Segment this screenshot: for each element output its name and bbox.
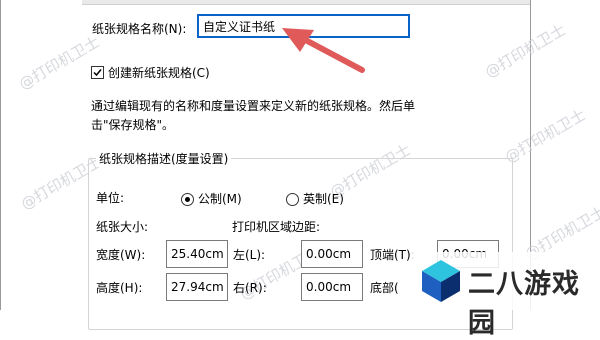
imperial-radio[interactable]: [286, 193, 299, 206]
groupbox-title: 纸张规格描述(度量设置): [96, 150, 232, 167]
watermark: @打印机卫士: [15, 32, 103, 94]
metric-radio-label[interactable]: 公制(M): [198, 190, 242, 207]
width-label: 宽度(W):: [96, 248, 146, 262]
right-margin-input[interactable]: [301, 273, 363, 301]
arrow-shaft: [295, 33, 365, 73]
watermark: @打印机卫士: [481, 20, 569, 82]
width-input[interactable]: [166, 240, 228, 268]
height-label: 高度(H):: [96, 281, 143, 295]
description-line-1: 通过编辑现有的名称和度量设置来定义新的纸张规格。然后单: [91, 99, 416, 113]
red-arrow-annotation: [282, 28, 365, 73]
dialog-top-strip: [82, 0, 530, 5]
imperial-radio-label[interactable]: 英制(E): [303, 190, 344, 207]
top-margin-label: 顶端(T):: [370, 248, 415, 262]
left-margin-label: 左(L):: [233, 248, 266, 262]
paper-name-label: 纸张规格名称(N):: [92, 22, 187, 36]
height-input[interactable]: [166, 273, 228, 301]
bottom-margin-label: 底部(: [370, 281, 399, 295]
watermark: @打印机卫士: [501, 105, 589, 167]
left-margin-input[interactable]: [301, 240, 363, 268]
right-margin-label: 右(R):: [233, 281, 267, 295]
checkmark-icon: [93, 69, 102, 77]
dialog-left-edge: [0, 0, 1, 310]
brand-logo-icon: [422, 260, 460, 302]
paper-size-label: 纸张大小:: [96, 220, 149, 234]
description-line-2: 击"保存规格"。: [91, 118, 175, 132]
create-new-paper-label[interactable]: 创建新纸张规格(C): [108, 64, 210, 81]
metric-radio[interactable]: [181, 193, 194, 206]
create-new-paper-checkbox[interactable]: [91, 66, 104, 79]
brand-name: 二八游戏园: [468, 269, 580, 339]
printer-margin-label: 打印机区域边距:: [232, 220, 321, 234]
unit-label: 单位:: [96, 191, 125, 205]
